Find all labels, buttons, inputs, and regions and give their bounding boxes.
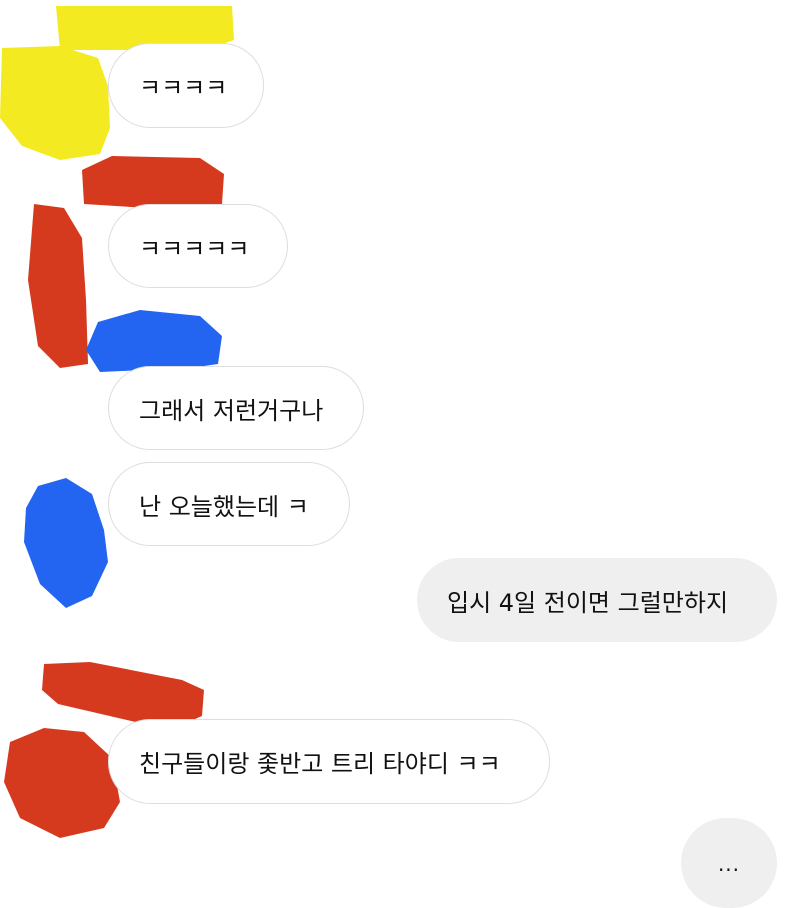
red-redaction-mark bbox=[4, 728, 120, 838]
typing-indicator: ... bbox=[681, 818, 777, 908]
message-text: 친구들이랑 좇반고 트리 타야디 ㅋㅋ bbox=[139, 750, 501, 778]
message-bubble-sent[interactable]: 입시 4일 전이면 그럴만하지 bbox=[417, 558, 777, 642]
message-text: 그래서 저런거구나 bbox=[139, 396, 324, 425]
blue-redaction-mark bbox=[86, 310, 222, 372]
message-text: ㅋㅋㅋㅋ bbox=[139, 74, 228, 102]
message-bubble-received[interactable]: 그래서 저런거구나 bbox=[108, 366, 364, 450]
message-text: 난 오늘했는데 ㅋ bbox=[139, 492, 309, 521]
message-text: 입시 4일 전이면 그럴만하지 bbox=[447, 588, 729, 617]
message-bubble-received[interactable]: ㅋㅋㅋㅋ bbox=[108, 43, 264, 128]
red-redaction-mark bbox=[82, 156, 224, 210]
message-text: ㅋㅋㅋㅋㅋ bbox=[139, 234, 250, 263]
message-bubble-received[interactable]: 난 오늘했는데 ㅋ bbox=[108, 462, 350, 546]
red-redaction-mark bbox=[28, 204, 88, 368]
message-bubble-received[interactable]: ㅋㅋㅋㅋㅋ bbox=[108, 204, 288, 288]
message-bubble-received[interactable]: 친구들이랑 좇반고 트리 타야디 ㅋㅋ bbox=[108, 719, 550, 804]
yellow-redaction-mark bbox=[0, 46, 110, 160]
blue-redaction-mark bbox=[24, 478, 108, 608]
typing-indicator-dots: ... bbox=[717, 852, 741, 876]
